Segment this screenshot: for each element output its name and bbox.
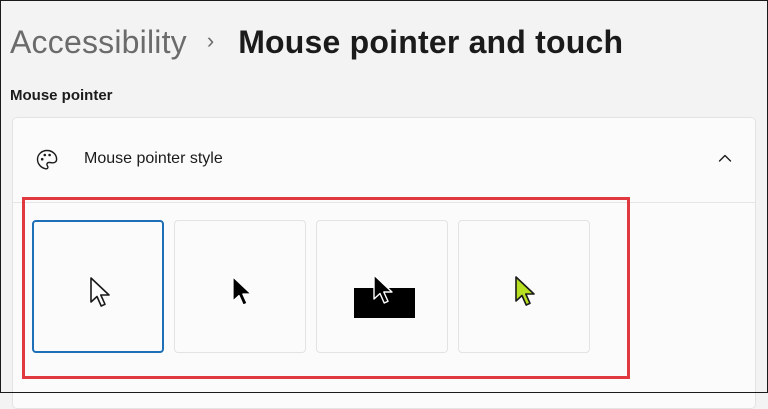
chevron-up-icon[interactable]: [718, 153, 732, 163]
black-cursor-icon: [232, 276, 252, 306]
breadcrumb-separator: ›: [206, 28, 215, 53]
card-divider: [13, 202, 755, 203]
mouse-pointer-style-label: Mouse pointer style: [84, 150, 223, 167]
pointer-style-white-option[interactable]: [32, 220, 164, 353]
mouse-pointer-style-expander[interactable]: Mouse pointer style: [13, 118, 755, 202]
white-cursor-icon: [90, 277, 110, 307]
section-heading-mouse-pointer: Mouse pointer: [10, 87, 113, 104]
breadcrumb-accessibility-link[interactable]: Accessibility: [10, 24, 187, 61]
breadcrumb: Accessibility › Mouse pointer and touch: [10, 20, 623, 64]
pointer-style-custom-option[interactable]: [458, 220, 590, 353]
page-title: Mouse pointer and touch: [238, 23, 624, 60]
custom-color-cursor-icon: [515, 276, 535, 306]
inverted-cursor-icon: [373, 274, 393, 304]
pointer-style-black-option[interactable]: [174, 220, 306, 353]
pointer-style-inverted-option[interactable]: [316, 220, 448, 353]
palette-icon: [36, 149, 58, 170]
